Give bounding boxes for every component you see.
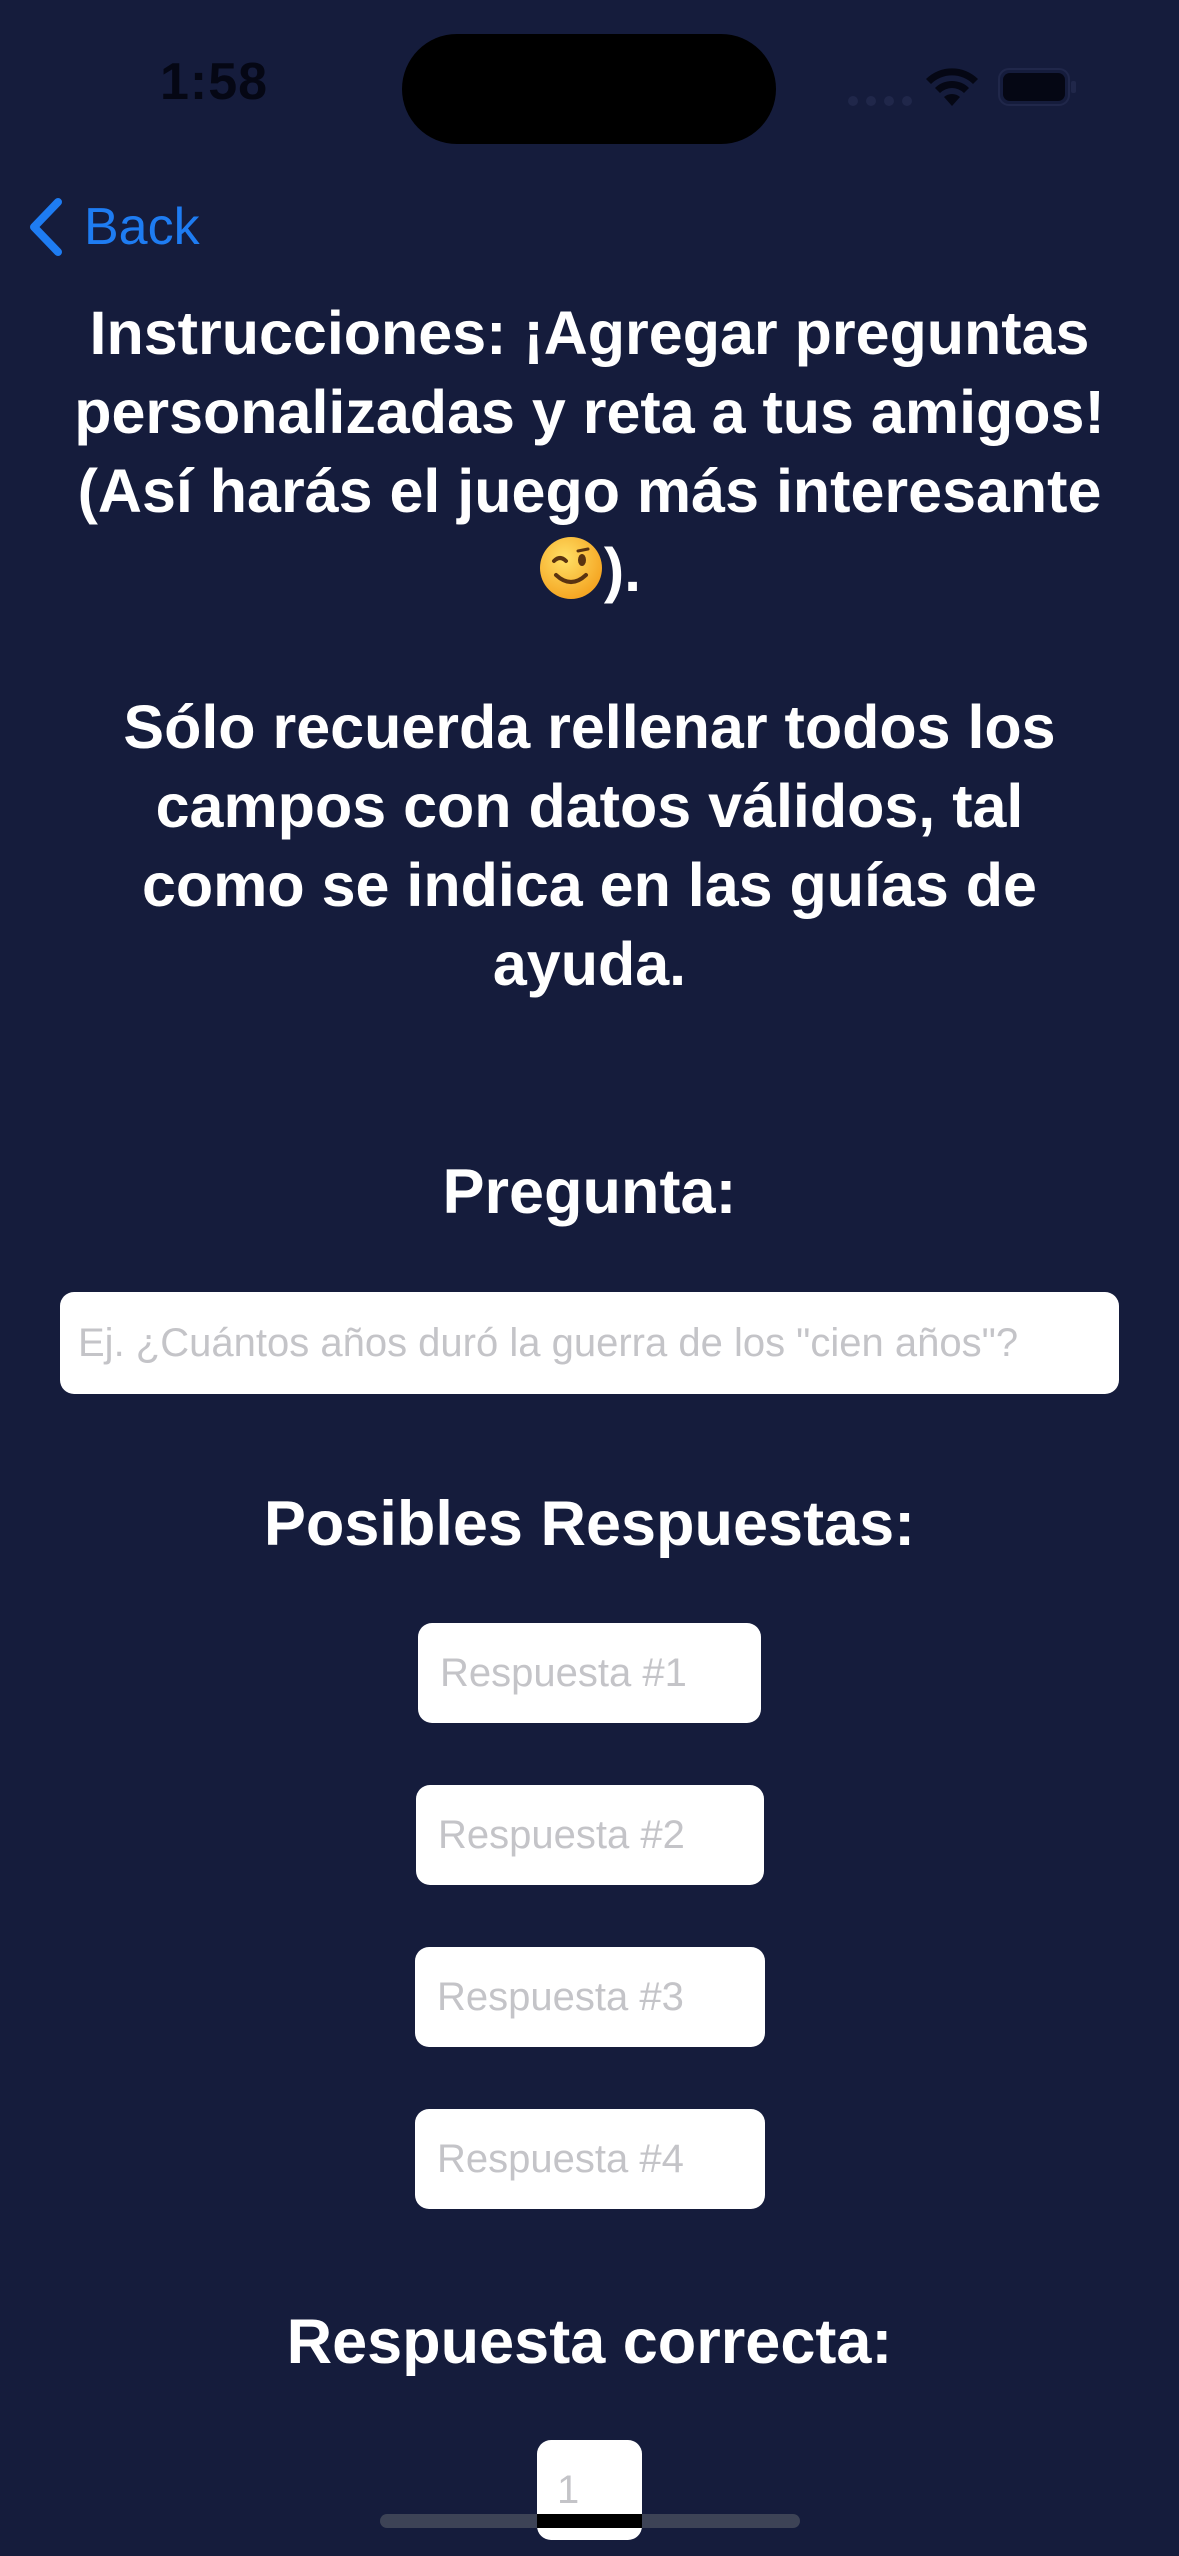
reminder-text: Sólo recuerda rellenar todos los campos … (123, 693, 1056, 998)
back-label: Back (84, 198, 200, 256)
answers-title: Posibles Respuestas: (263, 1489, 916, 1559)
add-question-screen: 1:58 Back Instrucciones: ¡Agregar pregun… (0, 0, 1179, 2556)
home-indicator-segment (537, 2514, 642, 2528)
instructions-line-end: ). (603, 536, 642, 604)
status-time: 1:58 (160, 53, 269, 111)
cellular-signal-icon (848, 96, 912, 106)
answer-4-input[interactable] (415, 2109, 765, 2209)
answer-1-input[interactable] (418, 1623, 761, 1723)
dynamic-island (402, 34, 776, 144)
winking-face-icon (539, 537, 602, 599)
instructions-line: Instrucciones: ¡Agregar preguntas person… (74, 299, 1105, 525)
wifi-icon (926, 68, 978, 106)
chevron-left-icon (30, 198, 62, 256)
instructions-text: Instrucciones: ¡Agregar preguntas person… (40, 294, 1139, 610)
battery-icon (998, 68, 1076, 106)
correct-answer-title: Respuesta correcta: (286, 2307, 893, 2377)
back-button[interactable]: Back (26, 192, 200, 262)
answer-3-input[interactable] (415, 1947, 765, 2047)
question-input[interactable] (60, 1292, 1119, 1394)
question-title: Pregunta: (442, 1157, 737, 1227)
answer-2-input[interactable] (416, 1785, 764, 1885)
